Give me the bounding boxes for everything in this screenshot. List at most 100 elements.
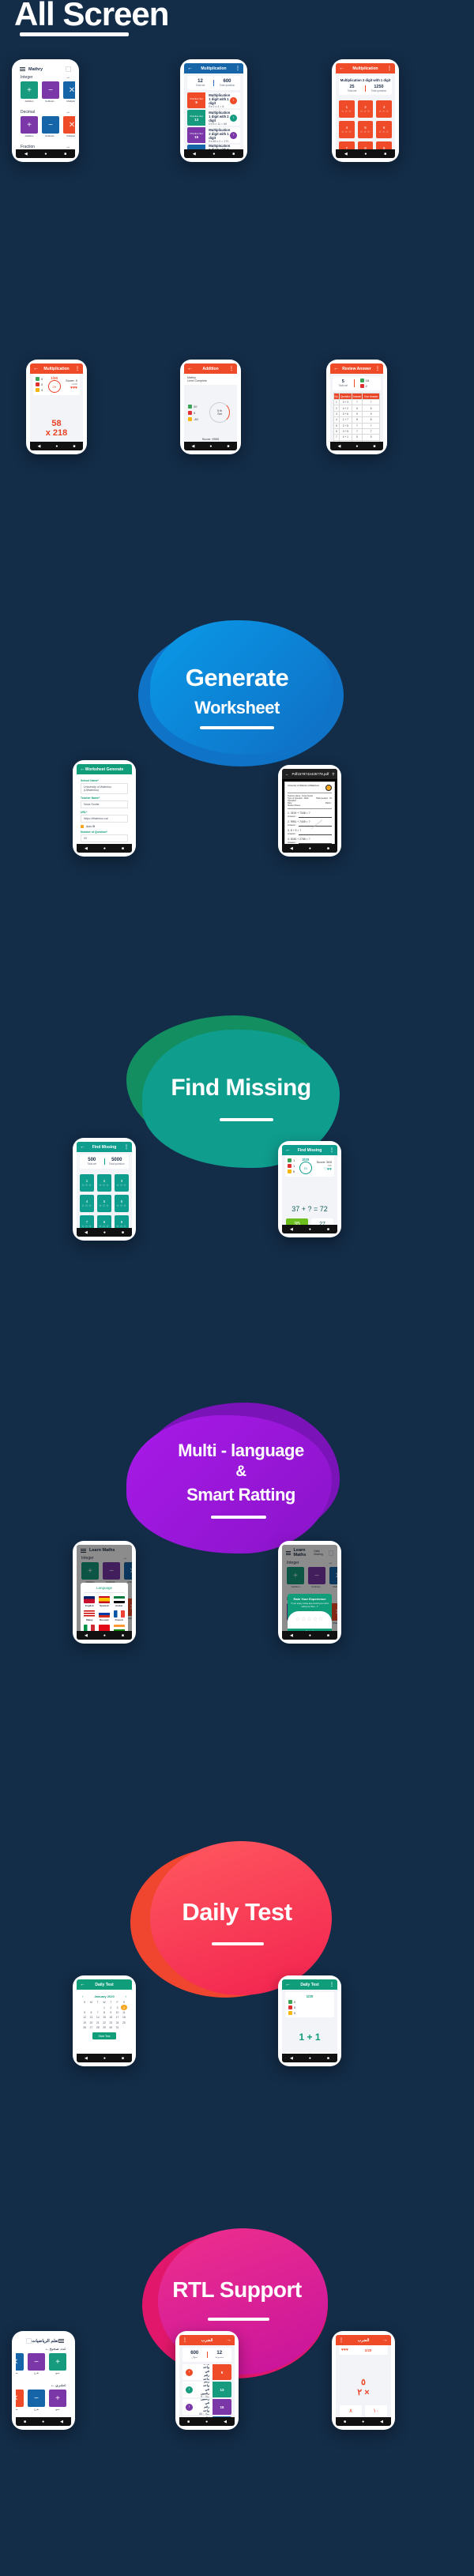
- kebab-menu-icon[interactable]: ⋮: [75, 367, 80, 371]
- android-navbar[interactable]: ◀ ● ■: [179, 2417, 235, 2426]
- back-arrow-icon[interactable]: →: [226, 2337, 231, 2343]
- prev-month-icon[interactable]: ‹: [82, 1994, 83, 1998]
- practice-row[interactable]: Practice Set 15 Multiplication 2 digit w…: [187, 127, 240, 143]
- home-nav-icon[interactable]: ●: [103, 1633, 106, 1638]
- level-cell[interactable]: 3 ☆☆☆: [115, 1174, 129, 1192]
- back-nav-icon[interactable]: ◀: [193, 152, 196, 156]
- language-option[interactable]: French: [113, 1610, 125, 1621]
- recents-nav-icon[interactable]: ■: [122, 846, 124, 851]
- recents-nav-icon[interactable]: ■: [344, 2420, 346, 2424]
- tile[interactable]: − طرح: [28, 2353, 45, 2375]
- kebab-menu-icon[interactable]: ⋮: [329, 1983, 334, 1987]
- home-nav-icon[interactable]: ●: [44, 152, 47, 156]
- back-arrow-icon[interactable]: ←: [33, 366, 39, 371]
- level-cell[interactable]: 2 ☆☆☆: [97, 1174, 111, 1192]
- home-nav-icon[interactable]: ●: [364, 152, 367, 156]
- back-arrow-icon[interactable]: ←: [333, 366, 339, 371]
- back-nav-icon[interactable]: ◀: [85, 1230, 88, 1235]
- home-nav-icon[interactable]: ●: [309, 1633, 311, 1638]
- android-navbar[interactable]: ◀ ● ■: [16, 2417, 71, 2426]
- recents-nav-icon[interactable]: ■: [122, 1230, 124, 1235]
- back-nav-icon[interactable]: ◀: [344, 152, 348, 156]
- chevron-left-icon[interactable]: ‹: [186, 2403, 193, 2411]
- calendar-day[interactable]: 26: [81, 2025, 88, 2030]
- back-nav-icon[interactable]: ◀: [380, 2420, 383, 2424]
- level-cell[interactable]: 6 ☆☆☆: [115, 1195, 129, 1212]
- chevron-right-icon[interactable]: →: [66, 75, 70, 80]
- android-navbar[interactable]: ◀ ● ■: [336, 2417, 391, 2426]
- android-navbar[interactable]: ◀ ● ■: [282, 1631, 337, 1640]
- back-nav-icon[interactable]: ◀: [60, 2420, 63, 2424]
- android-navbar[interactable]: ◀ ● ■: [282, 1225, 337, 1233]
- back-arrow-icon[interactable]: ←: [285, 1982, 291, 1987]
- calendar-day[interactable]: 30: [107, 2025, 114, 2030]
- android-navbar[interactable]: ◀ ● ■: [184, 149, 243, 158]
- level-cell[interactable]: 3 ☆☆☆: [376, 100, 392, 118]
- android-navbar[interactable]: ◀ ● ■: [16, 149, 75, 158]
- back-nav-icon[interactable]: ◀: [85, 2056, 88, 2061]
- calendar-day[interactable]: [121, 2025, 127, 2030]
- android-navbar[interactable]: ◀ ● ■: [30, 442, 83, 450]
- android-navbar[interactable]: ◀ ● ■: [77, 2054, 132, 2062]
- option-button[interactable]: ١٠: [365, 2405, 387, 2416]
- tile[interactable]: + Addition: [21, 81, 38, 103]
- tile[interactable]: ✕ضرب: [16, 2353, 24, 2375]
- language-option[interactable]: Malay: [84, 1610, 96, 1621]
- kebab-menu-icon[interactable]: ⋮: [182, 2338, 187, 2343]
- recents-nav-icon[interactable]: ■: [327, 846, 329, 851]
- chevron-left-icon[interactable]: ‹: [186, 2386, 193, 2393]
- kebab-menu-icon[interactable]: ⋮: [124, 1145, 129, 1150]
- level-cell[interactable]: 5 ☆☆☆: [97, 1195, 111, 1212]
- hamburger-icon[interactable]: [20, 67, 25, 71]
- practice-row[interactable]: 5 ضرب رقم واحد في رقم واحد مثال: 2 × 4 =…: [182, 2364, 231, 2380]
- language-option[interactable]: Arabic: [113, 1596, 125, 1607]
- tile[interactable]: ✕ Multiplic...: [63, 81, 75, 103]
- tile[interactable]: ✕ضرب: [16, 2390, 24, 2411]
- level-cell[interactable]: 5 ☆☆☆: [357, 121, 374, 138]
- recents-nav-icon[interactable]: ■: [64, 152, 66, 156]
- home-nav-icon[interactable]: ●: [42, 2420, 44, 2424]
- search-icon[interactable]: ⚲: [332, 772, 334, 777]
- auto-fill-checkbox[interactable]: Auto fill: [81, 825, 128, 828]
- rating-stars[interactable]: ☆☆☆☆☆: [290, 1616, 329, 1622]
- option-button[interactable]: ٨: [340, 2405, 362, 2416]
- practice-row[interactable]: Practice Set 5 Multiplication 1 digit wi…: [187, 92, 240, 108]
- language-option[interactable]: English: [84, 1596, 96, 1607]
- calendar-day[interactable]: 31: [114, 2025, 120, 2030]
- recents-nav-icon[interactable]: ■: [187, 2420, 190, 2424]
- android-navbar[interactable]: ◀ ● ■: [77, 1228, 132, 1237]
- tile[interactable]: + جمع: [49, 2390, 66, 2411]
- tile[interactable]: − Subtract...: [42, 81, 59, 103]
- tile[interactable]: − Subtract...: [42, 116, 59, 137]
- kebab-menu-icon[interactable]: ⋮: [375, 367, 380, 371]
- kebab-menu-icon[interactable]: ⋮: [387, 66, 392, 71]
- home-nav-icon[interactable]: ●: [309, 1227, 311, 1232]
- back-nav-icon[interactable]: ◀: [290, 846, 293, 851]
- tile[interactable]: + Addition: [21, 116, 38, 137]
- recents-nav-icon[interactable]: ■: [232, 152, 235, 156]
- android-navbar[interactable]: ◀ ● ■: [330, 442, 383, 450]
- android-navbar[interactable]: ◀ ● ■: [184, 442, 237, 450]
- home-nav-icon[interactable]: ●: [213, 152, 215, 156]
- recents-nav-icon[interactable]: ■: [227, 444, 229, 449]
- hamburger-icon[interactable]: [58, 2339, 64, 2343]
- home-nav-icon[interactable]: ●: [356, 444, 358, 449]
- android-navbar[interactable]: ◀ ● ■: [77, 844, 132, 853]
- tile[interactable]: − طرح: [28, 2390, 45, 2411]
- recents-nav-icon[interactable]: ■: [73, 444, 75, 449]
- back-arrow-icon[interactable]: ←: [285, 1147, 291, 1153]
- back-arrow-icon[interactable]: ←: [285, 772, 289, 776]
- recents-nav-icon[interactable]: ■: [373, 444, 375, 449]
- back-nav-icon[interactable]: ◀: [24, 152, 28, 156]
- level-cell[interactable]: 2 ☆☆☆: [357, 100, 374, 118]
- teacher-name-input[interactable]: Nova Scotia: [81, 800, 128, 808]
- kebab-menu-icon[interactable]: ⋮: [329, 1148, 334, 1153]
- home-nav-icon[interactable]: ●: [55, 444, 58, 449]
- question-count-input[interactable]: 20: [81, 834, 128, 842]
- back-nav-icon[interactable]: ◀: [338, 444, 341, 449]
- recents-nav-icon[interactable]: ■: [24, 2420, 26, 2424]
- chevron-right-icon[interactable]: →: [66, 110, 70, 115]
- flag-icon[interactable]: [66, 66, 71, 72]
- back-arrow-icon[interactable]: →: [382, 2337, 388, 2343]
- recents-nav-icon[interactable]: ■: [327, 2056, 329, 2061]
